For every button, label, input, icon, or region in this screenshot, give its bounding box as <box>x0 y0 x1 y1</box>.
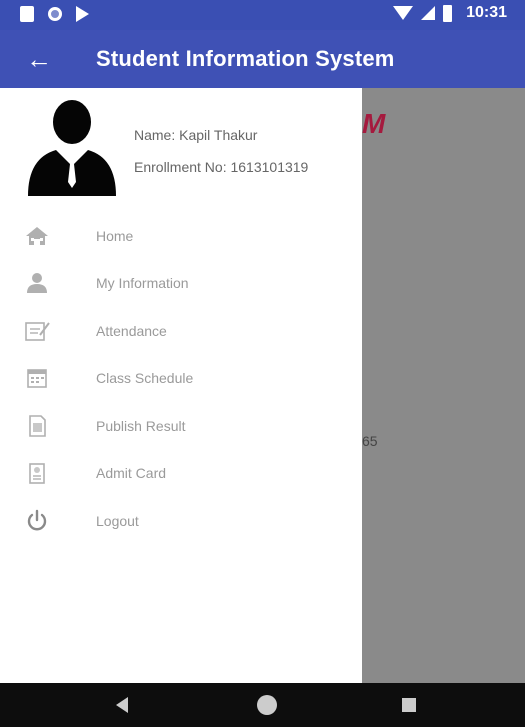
sim-card-icon <box>20 6 34 22</box>
status-bar: 10:31 <box>0 0 525 30</box>
background-partial-number: 65 <box>362 433 378 449</box>
app-title: Student Information System <box>96 46 395 71</box>
menu-label: Logout <box>96 513 139 529</box>
menu-item-home[interactable]: Home <box>0 216 362 256</box>
menu-item-my-information[interactable]: My Information <box>0 263 362 303</box>
background-partial-letter: M <box>362 108 386 139</box>
menu-item-attendance[interactable]: Attendance <box>0 311 362 351</box>
battery-icon <box>443 4 453 22</box>
menu-item-admit-card[interactable]: Admit Card <box>0 453 362 493</box>
nav-home-icon[interactable] <box>257 695 277 715</box>
user-silhouette-icon <box>28 100 116 196</box>
arrow-back-icon[interactable]: ← <box>26 45 52 73</box>
signal-icon <box>421 6 436 20</box>
menu-label: My Information <box>96 275 189 291</box>
user-enrollment: Enrollment No: 1613101319 <box>134 159 309 175</box>
menu-label: Admit Card <box>96 465 167 481</box>
attendance-icon <box>25 322 50 341</box>
home-icon <box>26 227 48 245</box>
document-icon <box>29 415 46 437</box>
menu-label: Class Schedule <box>96 370 194 386</box>
content-scrim[interactable]: M 65 <box>362 88 525 683</box>
status-right-icons: 10:31 <box>393 4 507 22</box>
person-icon <box>27 273 47 293</box>
play-icon <box>76 6 89 22</box>
status-time: 10:31 <box>466 4 507 21</box>
app-bar: ← Student Information System <box>0 30 525 88</box>
menu-label: Home <box>96 228 134 244</box>
menu-item-publish-result[interactable]: Publish Result <box>0 406 362 446</box>
user-name: Name: Kapil Thakur <box>134 127 258 143</box>
record-icon <box>48 7 62 21</box>
wifi-icon <box>393 6 414 20</box>
calendar-icon <box>27 369 47 388</box>
nav-back-icon[interactable] <box>116 697 128 713</box>
id-card-icon <box>29 463 45 484</box>
menu-item-logout[interactable]: Logout <box>0 501 362 541</box>
menu-label: Attendance <box>96 323 167 339</box>
navigation-drawer: Name: Kapil Thakur Enrollment No: 161310… <box>0 88 362 683</box>
status-left-icons <box>20 6 89 22</box>
menu-item-class-schedule[interactable]: Class Schedule <box>0 358 362 398</box>
power-icon <box>27 509 47 531</box>
system-nav-bar <box>0 683 525 727</box>
menu-label: Publish Result <box>96 418 186 434</box>
nav-recents-icon[interactable] <box>402 698 416 712</box>
